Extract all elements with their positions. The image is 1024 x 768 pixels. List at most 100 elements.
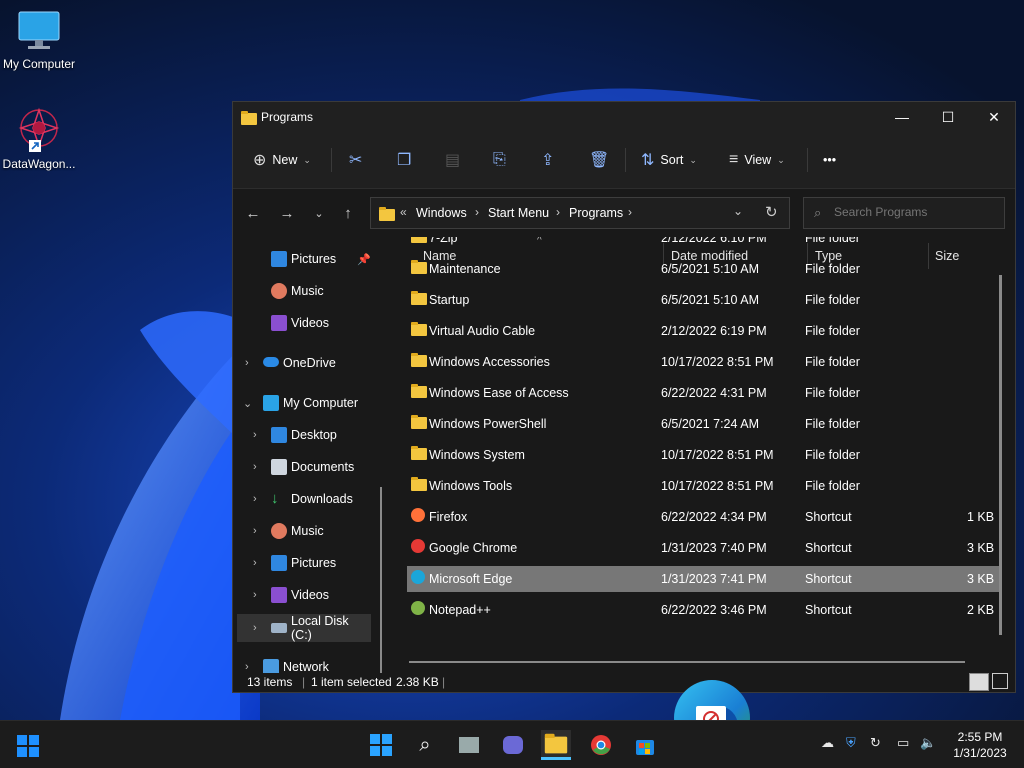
chevron-down-icon[interactable]: ⌄ xyxy=(243,397,252,410)
new-button[interactable]: ⊕ New ⌄ xyxy=(253,146,311,174)
table-row[interactable]: Maintenance 6/5/2021 5:10 AM File folder xyxy=(407,256,999,282)
breadcrumb-programs[interactable]: Programs xyxy=(569,206,623,220)
volume-icon[interactable]: 🔈 xyxy=(920,735,936,751)
file-size: 2 KB xyxy=(967,603,995,617)
chevron-right-icon[interactable]: › xyxy=(253,557,257,569)
title-bar[interactable]: Programs — ☐ ✕ xyxy=(233,102,1015,132)
clock[interactable]: 2:55 PM 1/31/2023 xyxy=(940,729,1020,761)
cut-button[interactable]: ✂ xyxy=(349,146,362,174)
address-bar[interactable]: « Windows › Start Menu › Programs › ⌄ ↻ xyxy=(370,197,790,229)
table-row[interactable]: 7-Zip 2/12/2022 6:10 PM File folder xyxy=(407,237,999,251)
chevron-right-icon[interactable]: › xyxy=(253,622,257,634)
search-input[interactable] xyxy=(832,204,996,220)
nav-item-music[interactable]: › Music xyxy=(233,517,383,545)
table-row[interactable]: Windows Accessories 10/17/2022 8:51 PM Fil… xyxy=(407,349,999,375)
maximize-button[interactable]: ☐ xyxy=(925,102,971,132)
table-row[interactable]: Windows Ease of Access 6/22/2022 4:31 PM F… xyxy=(407,380,999,406)
chevron-right-icon[interactable]: › xyxy=(253,429,257,441)
more-options-button[interactable]: ••• xyxy=(823,146,836,174)
network-icon[interactable]: ▭ xyxy=(897,735,909,751)
nav-item-downloads[interactable]: › ↓ Downloads xyxy=(233,485,383,513)
chevron-right-icon: › xyxy=(628,205,632,219)
close-button[interactable]: ✕ xyxy=(971,102,1017,132)
horizontal-scrollbar[interactable] xyxy=(409,661,965,663)
chevron-right-icon[interactable]: › xyxy=(245,357,249,369)
refresh-icon[interactable]: ↻ xyxy=(765,203,778,221)
file-type: Shortcut xyxy=(805,603,852,617)
recent-locations-button[interactable]: ⌄ xyxy=(305,201,333,225)
overflow-crumb[interactable]: « xyxy=(400,205,407,219)
nav-item-videos-quick[interactable]: Videos xyxy=(233,309,383,337)
folder-icon xyxy=(411,260,427,276)
nav-item-pictures[interactable]: › Pictures xyxy=(233,549,383,577)
view-button[interactable]: ≡ View ⌄ xyxy=(729,146,785,174)
minimize-button[interactable]: — xyxy=(879,102,925,132)
delete-button[interactable]: 🗑 xyxy=(589,146,609,174)
breadcrumb-start-menu[interactable]: Start Menu xyxy=(488,206,549,220)
chevron-right-icon[interactable]: › xyxy=(253,589,257,601)
search-button[interactable]: ⌕ xyxy=(410,730,440,760)
tiles-view-button[interactable] xyxy=(992,673,1008,689)
up-button[interactable]: ↑ xyxy=(334,201,362,225)
table-row[interactable]: Virtual Audio Cable 2/12/2022 6:19 PM File… xyxy=(407,318,999,344)
table-row[interactable]: Windows PowerShell 6/5/2021 7:24 AM File f… xyxy=(407,411,999,437)
nav-item-network[interactable]: › Network xyxy=(233,653,383,673)
pin-icon[interactable]: 📌 xyxy=(357,253,371,266)
nav-item-desktop[interactable]: › Desktop xyxy=(233,421,383,449)
start-menu-button[interactable] xyxy=(366,730,396,760)
desktop-icon-datawagon[interactable]: DataWagon... xyxy=(0,106,78,171)
nav-item-onedrive[interactable]: › OneDrive xyxy=(233,349,383,377)
nav-item-pictures-quick[interactable]: Pictures 📌 xyxy=(233,245,383,273)
file-list-scrollbar[interactable] xyxy=(999,275,1002,635)
table-row[interactable]: Windows System 10/17/2022 8:51 PM File fol… xyxy=(407,442,999,468)
folder-icon xyxy=(411,291,427,307)
table-row[interactable]: Microsoft Edge 1/31/2023 7:41 PM Shortcut 3… xyxy=(407,566,999,592)
plus-circle-icon: ⊕ xyxy=(253,152,267,169)
copy-button[interactable]: ❐ xyxy=(397,146,411,174)
chrome-taskbar-button[interactable] xyxy=(586,730,616,760)
new-label: New xyxy=(272,153,298,167)
chevron-right-icon[interactable]: › xyxy=(253,493,257,505)
nav-item-label: Pictures xyxy=(291,252,337,266)
start-button[interactable] xyxy=(13,730,43,760)
refresh-alert-icon[interactable]: ↻ xyxy=(870,735,881,751)
sort-button[interactable]: ⇅ Sort ⌄ xyxy=(641,146,697,174)
table-row[interactable]: Notepad++ 6/22/2022 3:46 PM Shortcut 2 KB xyxy=(407,597,999,623)
selection-count: 1 item selected xyxy=(311,675,392,689)
breadcrumb-windows[interactable]: Windows xyxy=(416,206,467,220)
nav-scrollbar[interactable] xyxy=(380,487,382,673)
nav-item-videos[interactable]: › Videos xyxy=(233,581,383,609)
table-row[interactable]: Firefox 6/22/2022 4:34 PM Shortcut 1 KB xyxy=(407,504,999,530)
search-box[interactable]: ⌕ xyxy=(803,197,1005,229)
forward-button[interactable]: → xyxy=(273,201,301,225)
navigation-pane: Pictures 📌 Music Videos › OneDrive ⌄ My … xyxy=(233,237,383,673)
nav-item-label: Music xyxy=(291,284,324,298)
nav-item-my-computer[interactable]: ⌄ My Computer xyxy=(233,389,383,417)
nav-item-local-disk[interactable]: › Local Disk (C:) xyxy=(237,614,371,642)
desktop-icon xyxy=(271,427,287,443)
chevron-down-icon: ⌄ xyxy=(314,207,324,220)
file-explorer-taskbar-button[interactable] xyxy=(541,730,571,760)
nav-item-music-quick[interactable]: Music xyxy=(233,277,383,305)
chevron-right-icon[interactable]: › xyxy=(245,661,249,673)
paste-button[interactable]: ▤ xyxy=(445,146,460,174)
desktop-icon-my-computer[interactable]: My Computer xyxy=(0,10,78,71)
item-count: 13 items xyxy=(247,675,293,689)
store-taskbar-button[interactable] xyxy=(630,730,660,760)
chat-button[interactable] xyxy=(498,730,528,760)
cloud-offline-icon[interactable]: ☁ xyxy=(821,735,834,751)
arrow-left-icon: ← xyxy=(245,204,261,222)
table-row[interactable]: Windows Tools 10/17/2022 8:51 PM File fold… xyxy=(407,473,999,499)
defender-shield-icon[interactable]: ⛨ xyxy=(846,735,856,751)
rename-button[interactable]: ⎘ xyxy=(493,146,506,174)
task-view-button[interactable] xyxy=(454,730,484,760)
back-button[interactable]: ← xyxy=(239,201,267,225)
table-row[interactable]: Startup 6/5/2021 5:10 AM File folder xyxy=(407,287,999,313)
chevron-right-icon[interactable]: › xyxy=(253,461,257,473)
nav-item-documents[interactable]: › Documents xyxy=(233,453,383,481)
details-view-button[interactable] xyxy=(969,673,989,691)
address-history-chevron-icon[interactable]: ⌄ xyxy=(733,204,743,218)
table-row[interactable]: Google Chrome 1/31/2023 7:40 PM Shortcut 3 … xyxy=(407,535,999,561)
chevron-right-icon[interactable]: › xyxy=(253,525,257,537)
share-button[interactable]: ⇪ xyxy=(541,146,554,174)
